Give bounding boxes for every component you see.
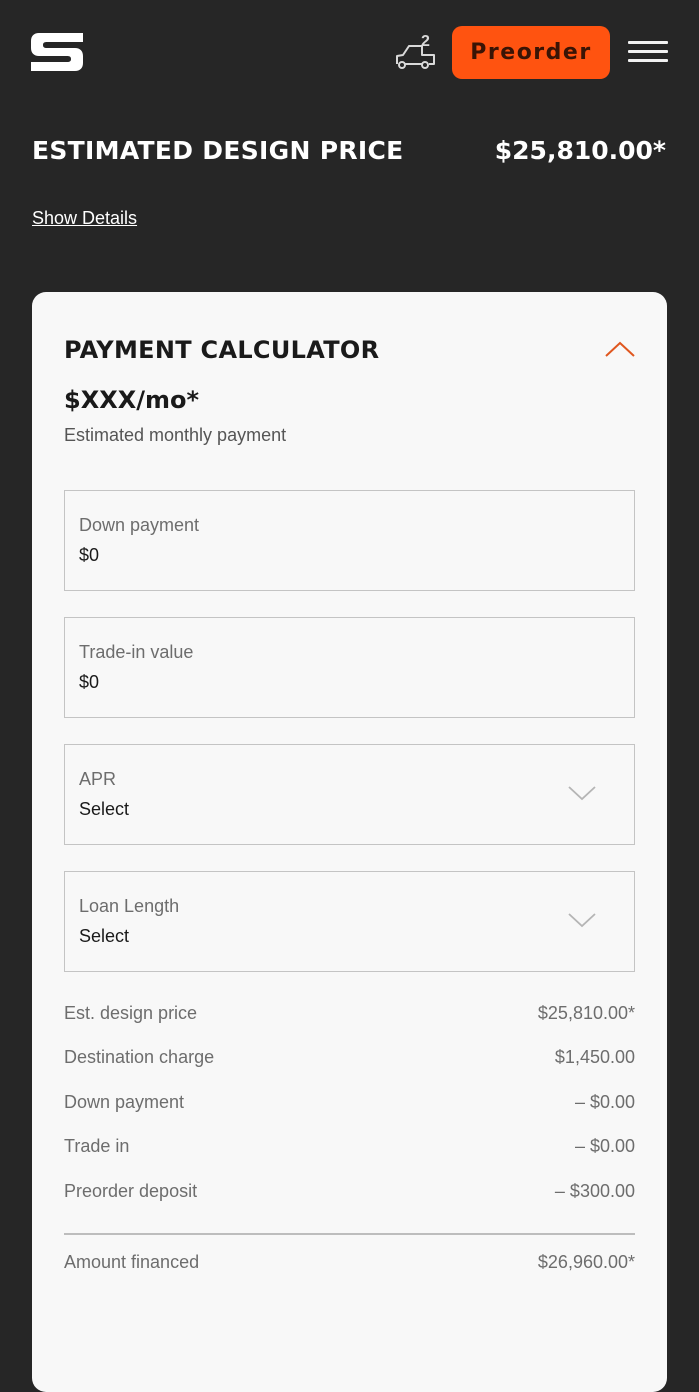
garage-count-badge: 2	[421, 33, 430, 50]
summary-row-trade-in: Trade in – $0.00	[64, 1136, 635, 1160]
amount-financed-value: $26,960.00*	[537, 1252, 635, 1272]
loan-length-label: Loan Length	[79, 896, 180, 916]
preorder-button[interactable]: Preorder	[452, 26, 610, 79]
summary-value: – $300.00	[554, 1181, 635, 1201]
summary-label: Destination charge	[64, 1047, 215, 1067]
summary-value: $1,450.00	[554, 1047, 635, 1067]
chevron-down-icon[interactable]	[568, 912, 596, 928]
summary-row-destination-charge: Destination charge $1,450.00	[64, 1047, 635, 1071]
site-header: 2 Preorder	[0, 0, 699, 105]
amount-financed-label: Amount financed	[64, 1252, 200, 1272]
apr-label: APR	[79, 769, 117, 789]
summary-label: Preorder deposit	[64, 1181, 198, 1201]
estimated-price-value: $25,810.00*	[494, 136, 666, 165]
summary-label: Trade in	[64, 1136, 130, 1156]
summary-row-design-price: Est. design price $25,810.00*	[64, 1003, 635, 1027]
monthly-payment-label: Estimated monthly payment	[64, 425, 287, 445]
trade-in-label: Trade-in value	[79, 642, 194, 662]
apr-select[interactable]: APR Select	[64, 744, 635, 845]
apr-selected-value[interactable]: Select	[79, 799, 129, 820]
loan-length-selected-value[interactable]: Select	[79, 926, 129, 947]
estimated-price-title: ESTIMATED DESIGN PRICE	[32, 136, 404, 165]
payment-calculator-card: PAYMENT CALCULATOR $XXX/mo* Estimated mo…	[32, 292, 667, 1392]
payment-calculator-title: PAYMENT CALCULATOR	[64, 336, 380, 364]
hamburger-menu-icon[interactable]	[628, 41, 668, 65]
summary-value: – $0.00	[574, 1136, 635, 1156]
show-details-link[interactable]: Show Details	[32, 208, 137, 229]
trade-in-input[interactable]: $0	[79, 672, 99, 693]
summary-row-down-payment: Down payment – $0.00	[64, 1092, 635, 1116]
trade-in-field[interactable]: Trade-in value $0	[64, 617, 635, 718]
summary-divider	[64, 1233, 635, 1235]
monthly-payment-value: $XXX/mo*	[64, 386, 200, 414]
summary-value: – $0.00	[574, 1092, 635, 1112]
summary-value: $25,810.00*	[537, 1003, 635, 1023]
loan-length-select[interactable]: Loan Length Select	[64, 871, 635, 972]
summary-row-preorder-deposit: Preorder deposit – $300.00	[64, 1181, 635, 1205]
down-payment-input[interactable]: $0	[79, 545, 99, 566]
summary-row-amount-financed: Amount financed $26,960.00*	[64, 1252, 635, 1276]
down-payment-field[interactable]: Down payment $0	[64, 490, 635, 591]
brand-logo-icon[interactable]	[31, 33, 83, 71]
chevron-up-icon[interactable]	[604, 340, 636, 358]
summary-label: Est. design price	[64, 1003, 198, 1023]
down-payment-label: Down payment	[79, 515, 200, 535]
summary-label: Down payment	[64, 1092, 185, 1112]
chevron-down-icon[interactable]	[568, 785, 596, 801]
